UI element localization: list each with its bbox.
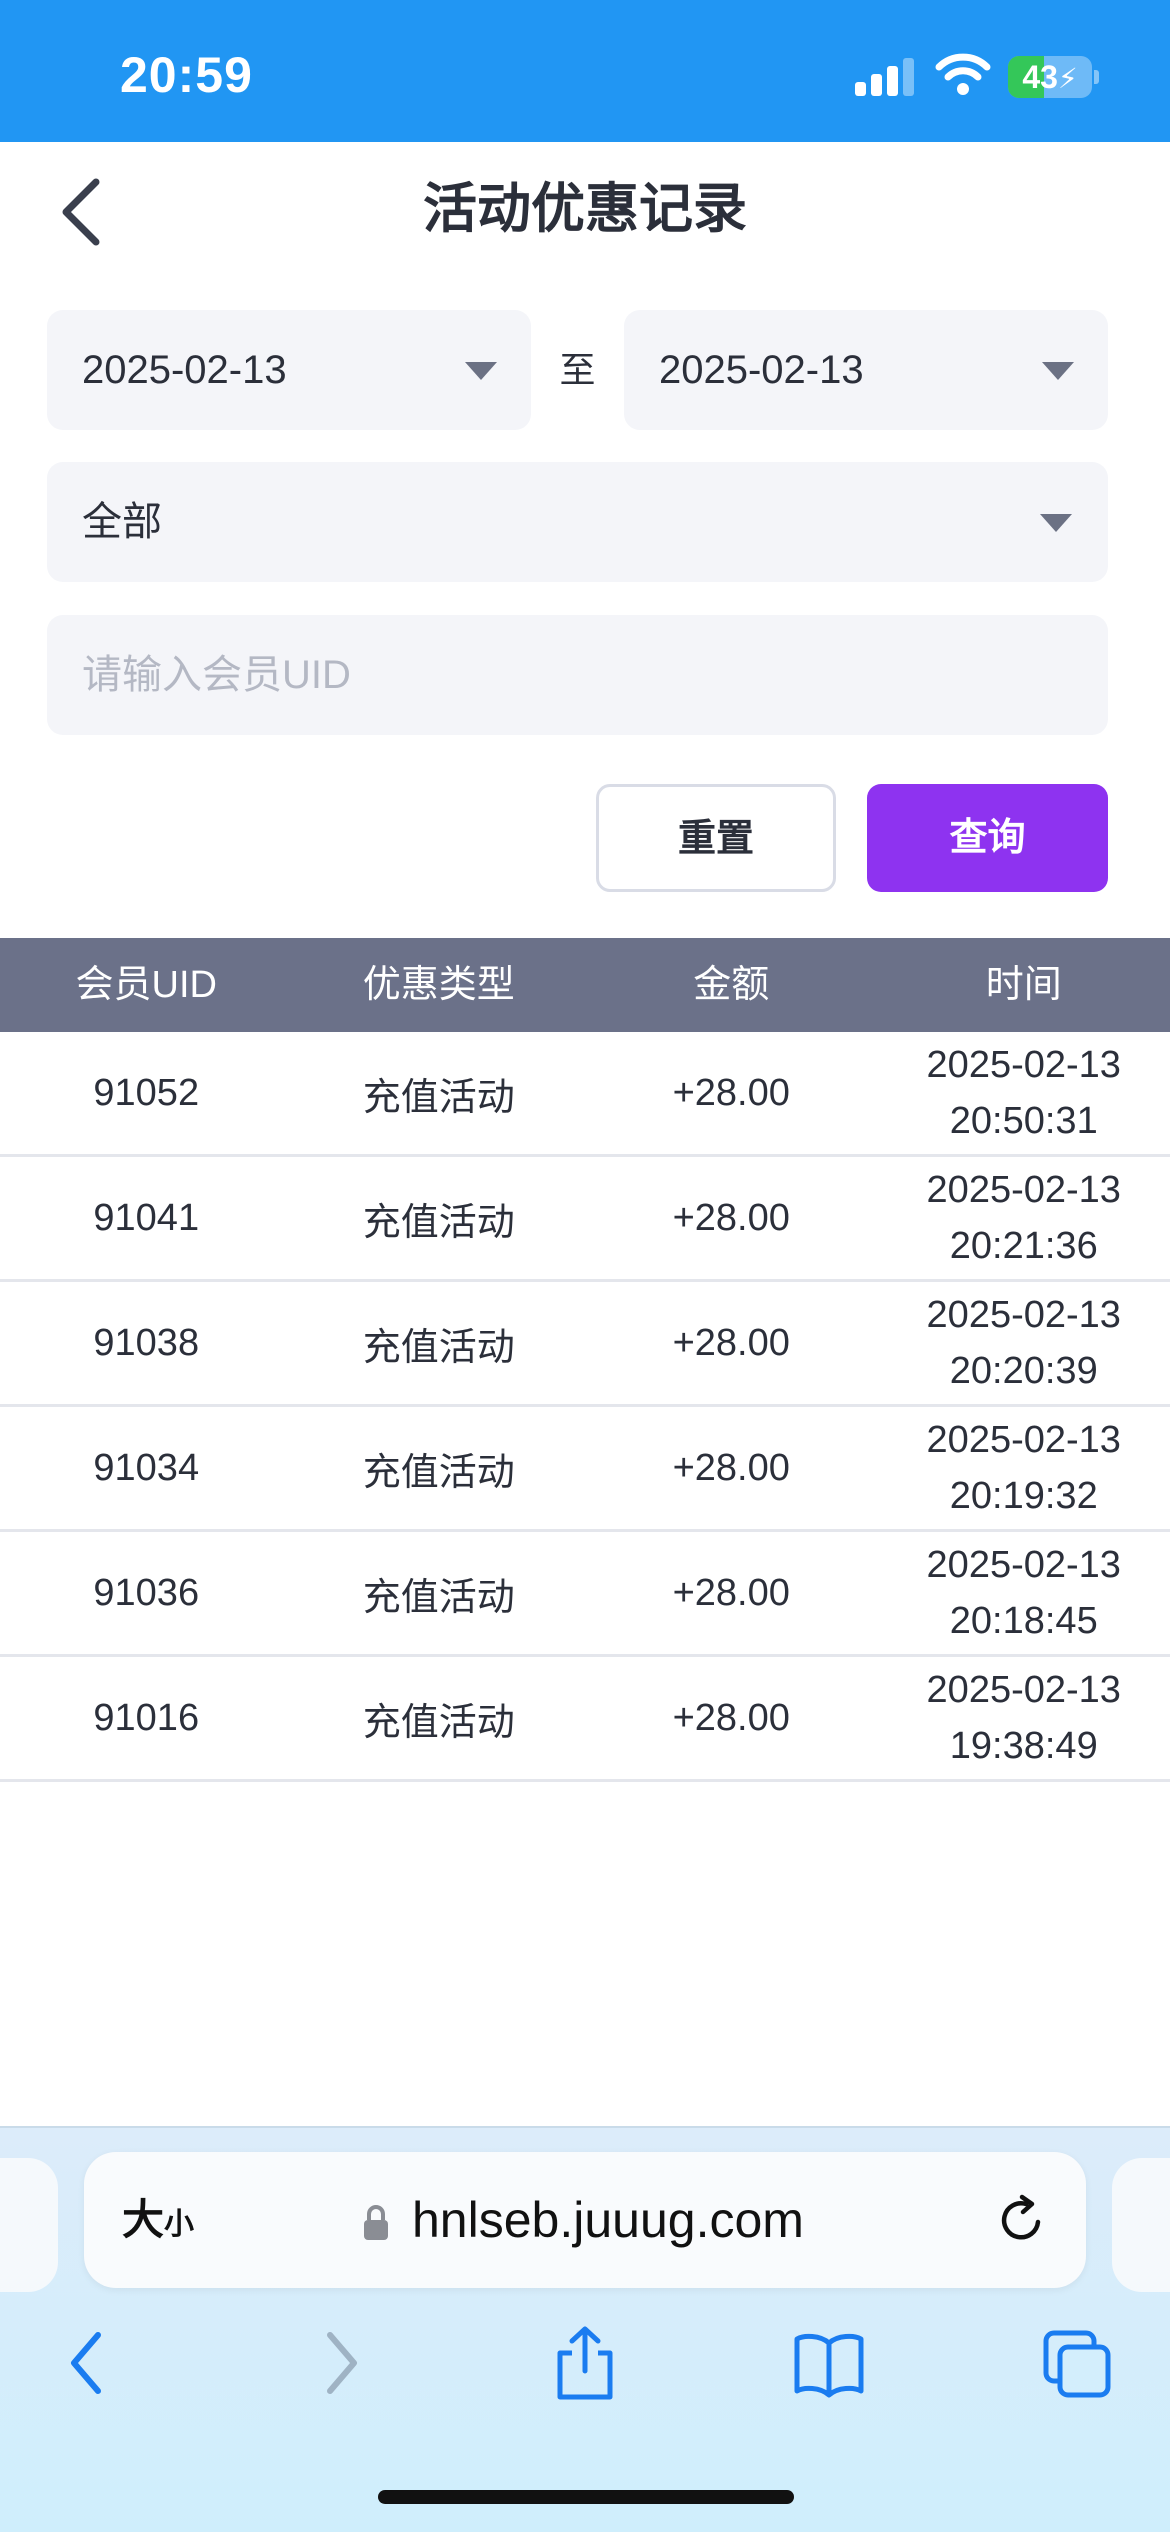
cell-time: 2025-02-13 19:38:49 xyxy=(878,1657,1170,1779)
cell-time-text: 20:50:31 xyxy=(949,1100,1098,1142)
cell-type: 充值活动 xyxy=(362,1701,515,1744)
cell-type: 充值活动 xyxy=(362,1326,515,1369)
table-row: 91038 充值活动 +28.00 2025-02-13 20:20:39 xyxy=(0,1282,1170,1407)
cell-uid: 91036 xyxy=(93,1571,200,1614)
cell-time-text: 20:19:32 xyxy=(949,1475,1098,1517)
cell-amount: +28.00 xyxy=(672,1446,790,1489)
battery-tip xyxy=(1094,70,1099,84)
cell-date-text: 2025-02-13 xyxy=(926,1169,1121,1211)
query-button[interactable]: 查询 xyxy=(867,784,1108,892)
promotion-type-value: 全部 xyxy=(82,500,162,544)
cell-uid: 91041 xyxy=(93,1196,200,1239)
share-icon[interactable] xyxy=(552,2325,618,2401)
table-row: 91034 充值活动 +28.00 2025-02-13 20:19:32 xyxy=(0,1407,1170,1532)
reload-icon[interactable] xyxy=(994,2192,1050,2248)
cell-type: 充值活动 xyxy=(362,1576,515,1619)
cell-time-text: 20:21:36 xyxy=(949,1225,1098,1267)
promotion-type-select[interactable]: 全部 xyxy=(47,462,1108,582)
table-header: 会员UID 优惠类型 金额 时间 xyxy=(0,938,1170,1032)
browser-back-icon[interactable] xyxy=(62,2325,112,2401)
start-date-select[interactable]: 2025-02-13 xyxy=(47,310,531,430)
cell-time-text: 19:38:49 xyxy=(949,1725,1098,1767)
cell-amount: +28.00 xyxy=(672,1071,790,1114)
back-chevron-icon[interactable] xyxy=(50,172,120,252)
status-bar: 20:59 43⚡ xyxy=(0,0,1170,142)
cell-uid: 91038 xyxy=(93,1321,200,1364)
reset-button[interactable]: 重置 xyxy=(596,784,836,892)
cellular-signal-icon xyxy=(855,56,915,96)
cell-date-text: 2025-02-13 xyxy=(926,1544,1121,1586)
table-row: 91052 充值活动 +28.00 2025-02-13 20:50:31 xyxy=(0,1032,1170,1157)
cell-time: 2025-02-13 20:20:39 xyxy=(878,1282,1170,1404)
cell-time-text: 20:20:39 xyxy=(949,1350,1098,1392)
browser-forward-icon[interactable] xyxy=(316,2325,366,2401)
cell-type: 充值活动 xyxy=(362,1451,515,1494)
cell-date-text: 2025-02-13 xyxy=(926,1669,1121,1711)
end-date-value: 2025-02-13 xyxy=(659,348,864,392)
address-bar[interactable]: 大小 hnlseb.juuug.com xyxy=(84,2152,1086,2288)
tabs-icon[interactable] xyxy=(1042,2325,1112,2401)
cell-date-text: 2025-02-13 xyxy=(926,1419,1121,1461)
member-uid-input[interactable] xyxy=(47,615,1108,735)
bookmarks-icon[interactable] xyxy=(792,2325,866,2401)
nav-header: 活动优惠记录 xyxy=(0,142,1170,282)
cell-uid: 91016 xyxy=(93,1696,200,1739)
table-row: 91041 充值活动 +28.00 2025-02-13 20:21:36 xyxy=(0,1157,1170,1282)
table-row: 91016 充值活动 +28.00 2025-02-13 19:38:49 xyxy=(0,1657,1170,1782)
wifi-icon xyxy=(935,53,991,95)
battery-level-text: 43⚡ xyxy=(1022,59,1078,95)
caret-down-icon xyxy=(1042,362,1074,380)
cell-time-text: 20:18:45 xyxy=(949,1600,1098,1642)
cell-amount: +28.00 xyxy=(672,1321,790,1364)
next-tab-pill[interactable] xyxy=(1112,2158,1170,2292)
previous-tab-pill[interactable] xyxy=(0,2158,58,2292)
cell-type: 充值活动 xyxy=(362,1076,515,1119)
cell-amount: +28.00 xyxy=(672,1196,790,1239)
start-date-value: 2025-02-13 xyxy=(82,348,287,392)
records-table: 会员UID 优惠类型 金额 时间 91052 充值活动 +28.00 2025-… xyxy=(0,938,1170,1782)
battery-icon: 43⚡ xyxy=(1008,56,1092,98)
caret-down-icon xyxy=(1040,514,1072,532)
home-indicator xyxy=(378,2490,794,2504)
cell-time: 2025-02-13 20:19:32 xyxy=(878,1407,1170,1529)
cell-date-text: 2025-02-13 xyxy=(926,1044,1121,1086)
cell-time: 2025-02-13 20:21:36 xyxy=(878,1157,1170,1279)
cell-uid: 91034 xyxy=(93,1446,200,1489)
column-header-amount: 金额 xyxy=(693,964,770,1006)
date-range-separator: 至 xyxy=(559,349,596,390)
column-header-type: 优惠类型 xyxy=(362,964,515,1006)
lock-icon xyxy=(364,2205,388,2240)
page-title: 活动优惠记录 xyxy=(423,179,747,239)
url-text: hnlseb.juuug.com xyxy=(412,2192,804,2248)
end-date-select[interactable]: 2025-02-13 xyxy=(624,310,1108,430)
cell-uid: 91052 xyxy=(93,1071,200,1114)
text-size-button[interactable]: 大小 xyxy=(122,2152,194,2293)
cell-time: 2025-02-13 20:50:31 xyxy=(878,1032,1170,1154)
cell-type: 充值活动 xyxy=(362,1201,515,1244)
column-header-uid: 会员UID xyxy=(75,964,217,1006)
cell-date-text: 2025-02-13 xyxy=(926,1294,1121,1336)
cell-amount: +28.00 xyxy=(672,1571,790,1614)
caret-down-icon xyxy=(465,362,497,380)
cell-time: 2025-02-13 20:18:45 xyxy=(878,1532,1170,1654)
column-header-time: 时间 xyxy=(985,964,1062,1006)
cell-amount: +28.00 xyxy=(672,1696,790,1739)
table-row: 91036 充值活动 +28.00 2025-02-13 20:18:45 xyxy=(0,1532,1170,1657)
status-time: 20:59 xyxy=(120,47,253,103)
